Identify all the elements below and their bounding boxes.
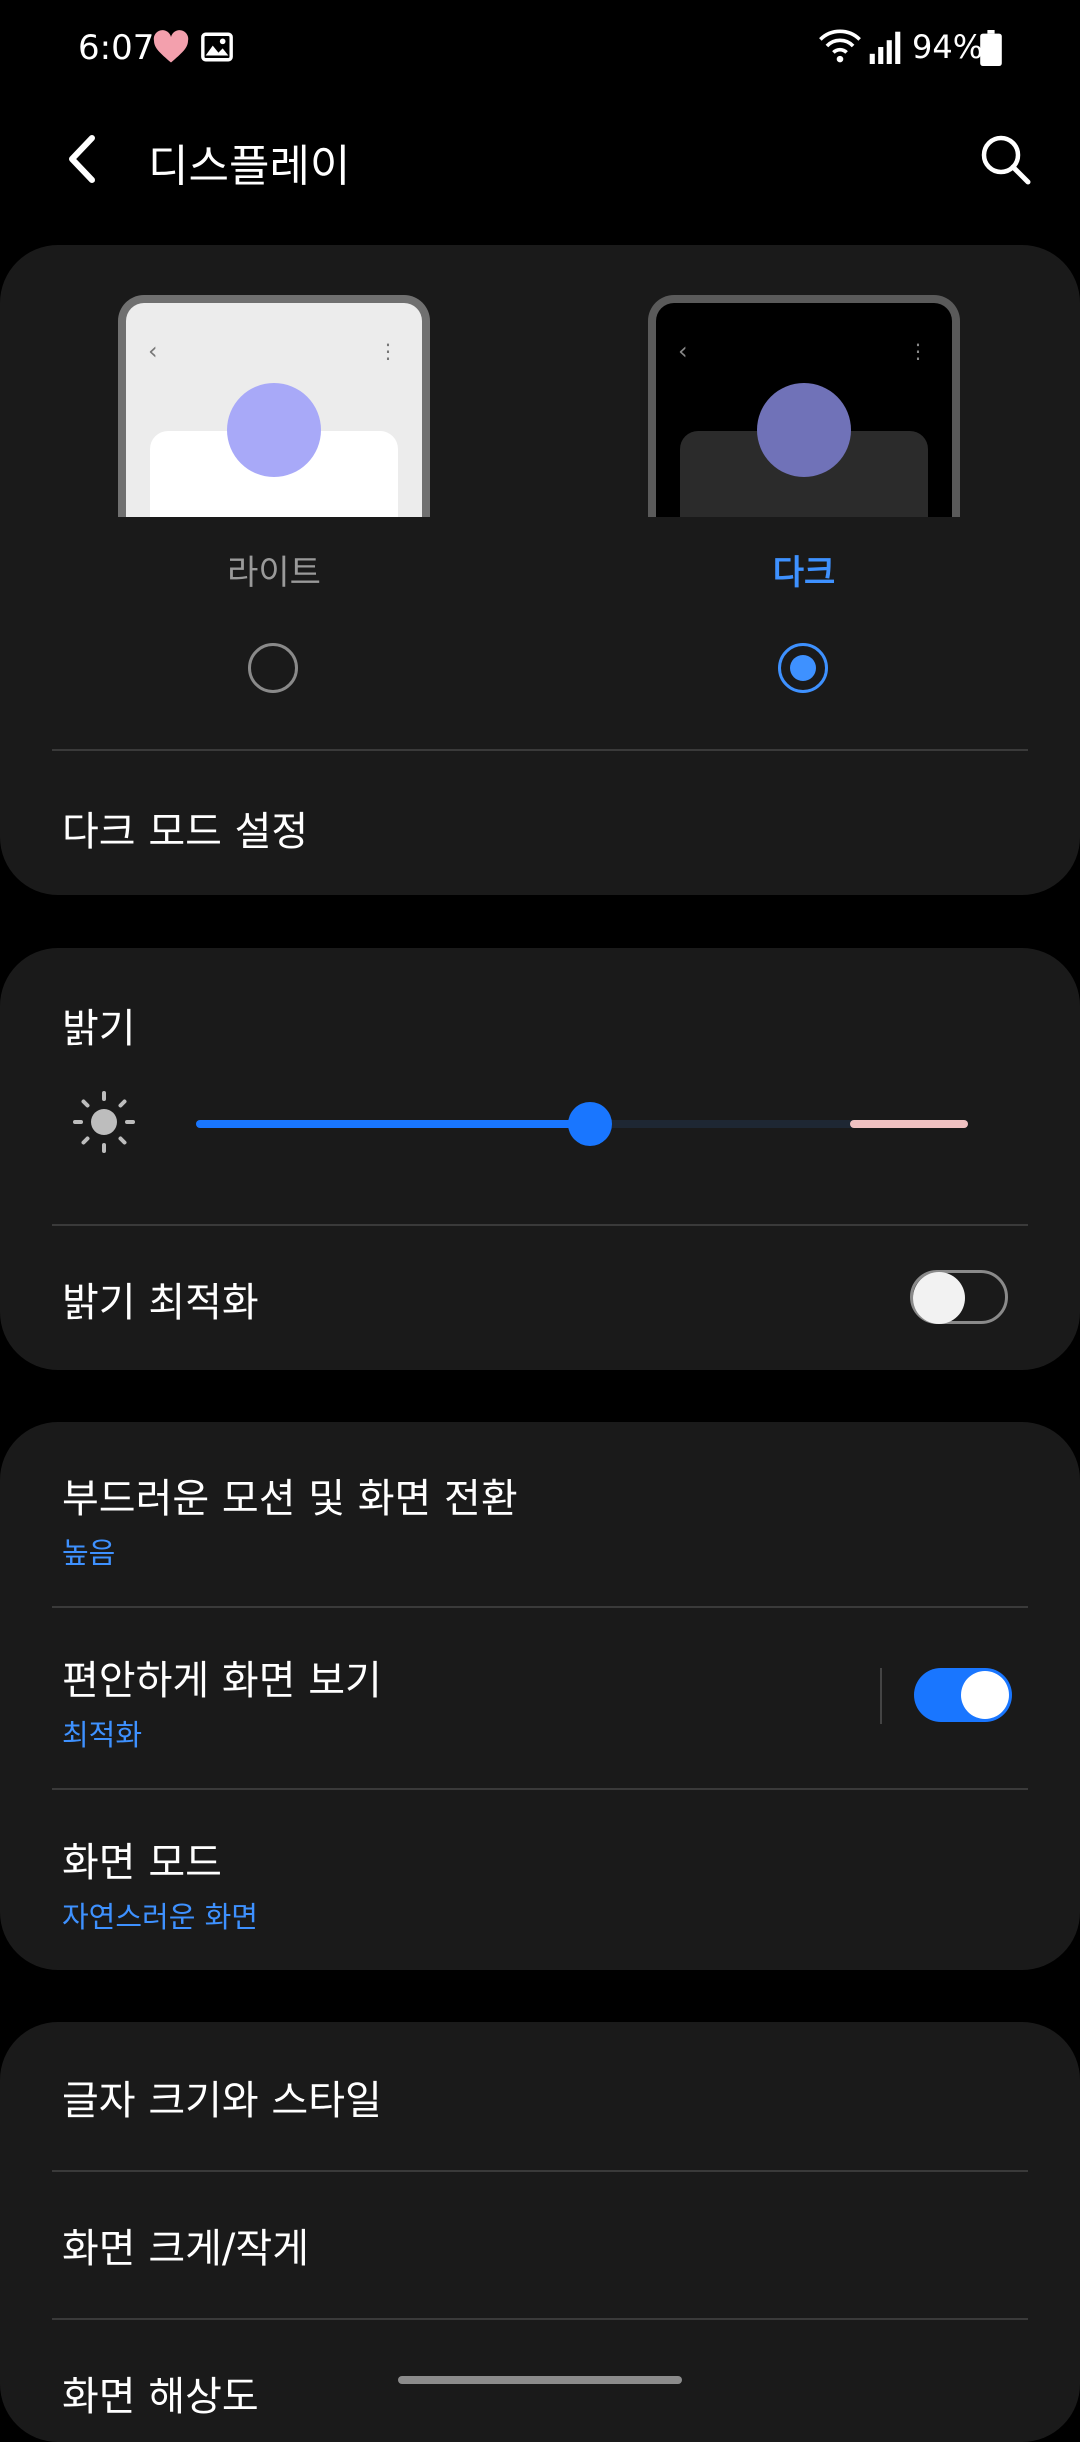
divider <box>52 749 1028 751</box>
toggle-knob <box>913 1272 965 1324</box>
eye-comfort-item[interactable]: 편안하게 화면 보기 <box>62 1648 382 1706</box>
page-title: 디스플레이 <box>148 141 351 192</box>
preview-back-icon: ‹ <box>148 337 158 365</box>
home-indicator[interactable] <box>398 2376 682 2384</box>
light-theme-preview[interactable]: ‹ ⋮ <box>118 295 430 517</box>
adaptive-brightness-label: 밝기 최적화 <box>62 1280 259 1326</box>
motion-smoothness-item[interactable]: 부드러운 모션 및 화면 전환 <box>62 1466 518 1524</box>
light-theme-radio[interactable] <box>248 643 298 693</box>
app-bar: 디스플레이 <box>0 110 1080 220</box>
dark-theme-preview[interactable]: ‹ ⋮ <box>648 295 960 517</box>
brightness-slider-thumb[interactable] <box>567 1102 612 1146</box>
wifi-icon <box>818 28 862 68</box>
back-button[interactable] <box>58 124 118 194</box>
dark-theme-label: 다크 <box>772 553 836 593</box>
light-theme-label: 라이트 <box>227 553 321 593</box>
adaptive-brightness-toggle[interactable] <box>910 1270 1008 1324</box>
brightness-title: 밝기 <box>62 1006 136 1052</box>
preview-avatar <box>227 383 321 477</box>
preview-more-icon: ⋮ <box>378 339 398 363</box>
preview-avatar <box>757 383 851 477</box>
screen-mode-item[interactable]: 화면 모드 <box>62 1830 222 1888</box>
preview-more-icon: ⋮ <box>908 339 928 363</box>
divider <box>52 2318 1028 2320</box>
motion-smoothness-value: 높음 <box>62 1536 116 1570</box>
search-button[interactable] <box>970 124 1040 194</box>
screen-mode-value: 자연스러운 화면 <box>62 1900 258 1934</box>
battery-percent: 94% <box>912 28 984 66</box>
screen-zoom-item[interactable]: 화면 크게/작게 <box>62 2216 309 2274</box>
dark-mode-settings-item[interactable]: 다크 모드 설정 <box>62 799 308 857</box>
status-bar: 6:07 94% <box>0 0 1080 100</box>
brightness-slider-fill <box>196 1120 590 1128</box>
toggle-knob <box>961 1671 1009 1719</box>
screen-resolution-item[interactable]: 화면 해상도 <box>62 2364 259 2422</box>
back-arrow-icon <box>69 135 95 183</box>
eye-comfort-toggle[interactable] <box>914 1668 1012 1722</box>
search-icon <box>981 135 1031 185</box>
display-options-card: 부드러운 모션 및 화면 전환 높음 편안하게 화면 보기 최적화 화면 모드 … <box>0 1422 1080 1970</box>
preview-back-icon: ‹ <box>678 337 688 365</box>
brightness-card: 밝기 밝기 최적화 <box>0 948 1080 1370</box>
brightness-slider[interactable] <box>196 1102 968 1146</box>
divider <box>52 1606 1028 1608</box>
battery-icon <box>980 30 1002 70</box>
theme-card: ‹ ⋮ ‹ ⋮ 라이트 다크 다크 모드 설정 <box>0 245 1080 895</box>
eye-comfort-value: 최적화 <box>62 1718 143 1752</box>
vertical-separator <box>880 1668 882 1724</box>
heart-icon <box>152 30 190 68</box>
font-size-style-item[interactable]: 글자 크기와 스타일 <box>62 2068 382 2126</box>
image-icon <box>200 30 234 68</box>
divider <box>52 1224 1028 1226</box>
dark-theme-radio[interactable] <box>778 643 828 693</box>
status-time: 6:07 <box>78 28 155 68</box>
sun-icon <box>72 1090 136 1158</box>
divider <box>52 1788 1028 1790</box>
divider <box>52 2170 1028 2172</box>
signal-icon <box>868 30 902 68</box>
brightness-high-zone <box>850 1120 968 1128</box>
